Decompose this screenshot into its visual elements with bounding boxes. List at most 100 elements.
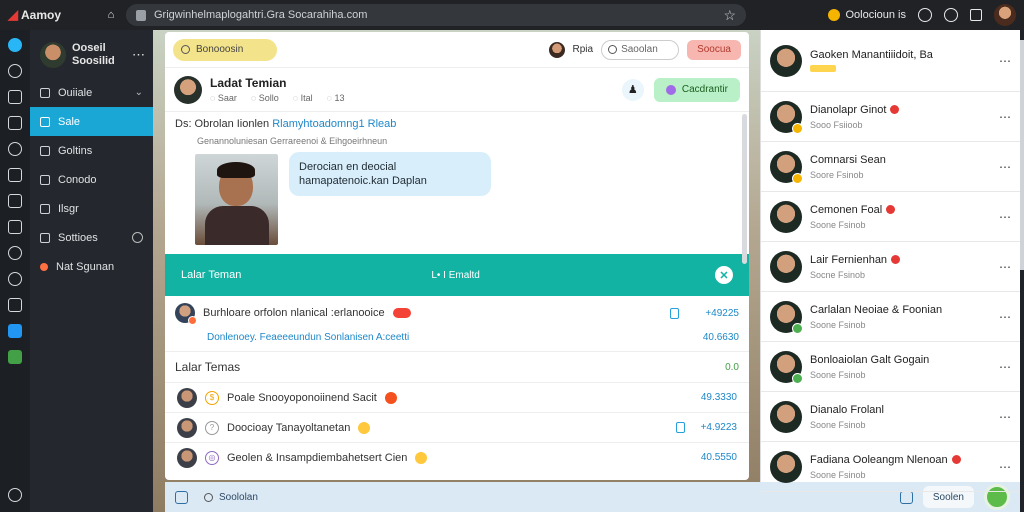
contact-item[interactable]: Dianolapr Ginot Sooo Fsiioob ⋯ — [761, 92, 1020, 142]
more-options-icon[interactable]: ⋯ — [999, 160, 1012, 174]
row-avatar — [177, 417, 197, 438]
list-item[interactable]: ◎ Geolen & Insampdiembahetsert Cien 40.5… — [165, 442, 749, 472]
list-item[interactable]: $ Poale Snooyoponoiinend Sacit 49.3330 — [165, 382, 749, 412]
contact-item[interactable]: Fadiana Ooleangm Nlenoan Soone Fsinob ⋯ — [761, 442, 1020, 492]
highlight-search[interactable]: Bonooosin — [173, 38, 277, 61]
circle-icon: ◎ — [205, 450, 219, 465]
book-icon[interactable] — [8, 220, 22, 234]
like-icon[interactable] — [670, 307, 680, 319]
more-options-icon[interactable]: ⋯ — [999, 54, 1012, 68]
contact-item[interactable]: Lair Fernienhan Socne Fsinob ⋯ — [761, 242, 1020, 292]
contact-item[interactable]: Cemonen Foal Soone Fsinob ⋯ — [761, 192, 1020, 242]
sidebar-item-sottioes[interactable]: Sottioes — [30, 223, 153, 252]
contact-sub: Soone Fsinob — [810, 369, 866, 380]
list-item[interactable]: ? Doocioay Tanayoltanetan +4.9223 — [165, 412, 749, 442]
brand-name: Aamoy — [21, 8, 62, 22]
briefcase-icon[interactable] — [8, 324, 22, 338]
conversation-avatar[interactable] — [174, 75, 202, 104]
notice-avatar — [175, 303, 197, 325]
contact-item[interactable]: Dianalo Frolanl Soone Fsinob ⋯ — [761, 392, 1020, 442]
chat-icon — [40, 116, 50, 127]
row-value: 49.3330 — [700, 392, 737, 403]
message-line: Ds: Obrolan Iionlen Rlamyhtoadomng1 Rlea… — [175, 118, 739, 130]
sidebar-item-sale[interactable]: Sale — [30, 107, 153, 136]
contact-avatar — [770, 100, 803, 134]
image-icon[interactable] — [8, 168, 22, 182]
more-options-icon[interactable]: ⋯ — [999, 360, 1012, 374]
contact-avatar — [770, 300, 803, 334]
contact-avatar — [770, 350, 803, 384]
sidebar-item-ilsgr[interactable]: Ilsgr — [30, 194, 153, 223]
attach-icon[interactable] — [175, 490, 188, 504]
settings-icon — [40, 232, 50, 243]
contact-item[interactable]: Bonloaiolan Galt Gogain Soone Fsinob ⋯ — [761, 342, 1020, 392]
more-options-icon[interactable]: ⋯ — [999, 260, 1012, 274]
clock-icon[interactable] — [8, 246, 22, 260]
chevron-down-icon[interactable]: ⌄ — [135, 87, 143, 98]
contacts-scrollbar[interactable] — [1020, 40, 1024, 270]
conversation-cta-button[interactable]: Cacdrantir — [653, 77, 740, 102]
tag-icon[interactable] — [8, 90, 22, 104]
photo-icon[interactable] — [8, 194, 22, 208]
star-icon[interactable]: ☆ — [723, 7, 736, 24]
search-input[interactable]: Saoolan — [601, 39, 680, 60]
shield-icon[interactable] — [8, 272, 22, 286]
profile-avatar — [40, 42, 66, 68]
contact-name: Dianalo Frolanl — [810, 403, 884, 416]
contact-item[interactable]: Carlalan Neoiae & Foonian Soone Fsinob ⋯ — [761, 292, 1020, 342]
more-options-icon[interactable]: ⋯ — [999, 110, 1012, 124]
person-icon[interactable]: ♟ — [621, 78, 644, 101]
contact-item[interactable]: Comnarsi Sean Soore Fsinob ⋯ — [761, 142, 1020, 192]
window-icon[interactable] — [970, 9, 982, 21]
more-options-icon[interactable]: ⋯ — [999, 210, 1012, 224]
bottom-label[interactable]: Soololan — [204, 492, 258, 503]
question-icon: ? — [205, 420, 219, 435]
more-options-icon[interactable]: ⋯ — [999, 410, 1012, 424]
notice-item[interactable]: Burhloare orfolon nlanical :erlanooice +… — [165, 296, 749, 352]
sidebar-item-conodo[interactable]: Conodo — [30, 165, 153, 194]
sidebar-item-goltins[interactable]: Goltins — [30, 136, 153, 165]
contact-item[interactable]: Gaoken Manantiiidoit, Ba ⋯ — [761, 30, 1020, 92]
contact-avatar — [770, 200, 802, 233]
emoji-icon — [891, 255, 901, 264]
banner-toggle-icon[interactable]: ✕ — [715, 266, 733, 284]
send-icon[interactable] — [8, 116, 22, 130]
settings-bottom-icon[interactable] — [8, 488, 22, 502]
app-brand[interactable]: ◢ Aamoy — [0, 7, 100, 23]
toolbar-action-button[interactable]: Soocua — [687, 39, 741, 60]
chat-bubble-icon[interactable] — [8, 142, 22, 156]
more-options-icon[interactable]: ⋯ — [999, 310, 1012, 324]
message-link[interactable]: Rlamyhtoadomng1 Rleab — [272, 118, 396, 130]
emoji-icon — [951, 455, 961, 464]
sidebar-item-ouiiale[interactable]: Ouiiale ⌄ — [30, 78, 153, 107]
address-bar[interactable]: Grigwinhelmaplogahtri.Gra Socarahiha.com… — [126, 4, 746, 26]
like-icon[interactable] — [675, 422, 685, 433]
more-options-icon[interactable]: ⋯ — [132, 47, 145, 63]
gear-icon[interactable] — [8, 38, 22, 52]
home-icon[interactable]: ⌂ — [100, 4, 122, 26]
plus-circle-icon[interactable] — [8, 64, 22, 78]
contact-name: Bonloaiolan Galt Gogain — [810, 353, 930, 366]
message-photo[interactable] — [195, 154, 278, 245]
home-rail-icon[interactable] — [8, 298, 22, 312]
contact-name: Carlalan Neoiae & Foonian — [810, 303, 943, 316]
status-chip[interactable]: Oolocioun is — [828, 9, 906, 21]
contact-avatar — [770, 150, 803, 184]
notice-link[interactable]: Donlenoey. Feaeeeundun Sonlanisen A:ceet… — [207, 332, 409, 343]
row-avatar — [177, 447, 197, 468]
more-options-icon[interactable]: ⋯ — [999, 460, 1012, 474]
play-icon[interactable] — [944, 8, 958, 22]
clip-icon[interactable] — [899, 490, 913, 504]
message-bubble: Derocian en deocial hamapatenoic.kan Dap… — [289, 152, 491, 196]
notice-tag — [392, 308, 411, 318]
sidebar-item-nat-sgunan[interactable]: Nat Sgunan — [30, 252, 153, 281]
star-dot-icon — [40, 262, 48, 271]
left-sidebar: Ooseil Soosilid ⋯ Ouiiale ⌄ Sale Goltins… — [30, 30, 153, 512]
main-scrollbar[interactable] — [742, 114, 747, 264]
sidebar-profile[interactable]: Ooseil Soosilid ⋯ — [30, 30, 153, 78]
info-icon[interactable] — [918, 8, 932, 22]
check-icon[interactable] — [8, 350, 22, 364]
lock-icon — [136, 9, 146, 21]
toolbar-avatar[interactable] — [548, 41, 565, 58]
user-avatar[interactable] — [994, 4, 1016, 26]
